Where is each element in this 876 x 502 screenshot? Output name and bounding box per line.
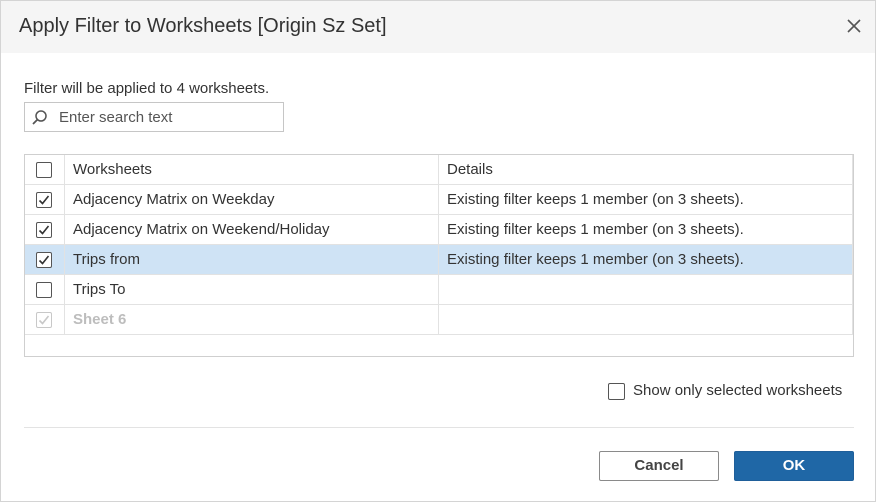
header-check-cell [25, 155, 65, 185]
table-header-row: Worksheets Details [25, 155, 852, 185]
search-input[interactable] [59, 107, 279, 127]
filter-info-text: Filter will be applied to 4 worksheets. [24, 80, 270, 97]
row-check-cell [25, 305, 65, 335]
worksheets-table: Worksheets Details Adjacency Matrix on W… [24, 154, 854, 357]
row-check-cell [25, 275, 65, 305]
close-icon[interactable] [845, 17, 863, 35]
table-row[interactable]: Adjacency Matrix on Weekend/Holiday Exist… [25, 215, 852, 245]
cancel-button[interactable]: Cancel [599, 451, 719, 481]
table-row[interactable]: Trips from Existing filter keeps 1 member… [25, 245, 852, 275]
worksheet-details: Existing filter keeps 1 member (on 3 she… [447, 251, 744, 268]
table-row[interactable]: Adjacency Matrix on Weekday Existing filt… [25, 185, 852, 215]
select-all-checkbox[interactable] [36, 162, 52, 178]
worksheet-details [439, 275, 852, 305]
column-header-worksheets[interactable]: Worksheets [65, 155, 439, 185]
column-divider [852, 155, 853, 335]
worksheet-name: Adjacency Matrix on Weekday [65, 185, 439, 215]
search-box[interactable] [24, 102, 284, 132]
row-checkbox[interactable] [36, 192, 52, 208]
show-only-selected-label: Show only selected worksheets [633, 382, 843, 399]
dialog-title: Apply Filter to Worksheets [Origin Sz Se… [19, 15, 387, 37]
dialog-titlebar: Apply Filter to Worksheets [Origin Sz Se… [1, 1, 875, 53]
search-icon [31, 109, 49, 127]
row-check-cell [25, 215, 65, 245]
row-checkbox[interactable] [36, 222, 52, 238]
row-checkbox[interactable] [36, 252, 52, 268]
worksheet-name: Sheet 6 [65, 305, 439, 335]
worksheet-name: Trips from [65, 245, 439, 275]
worksheet-name: Adjacency Matrix on Weekend/Holiday [65, 215, 439, 245]
row-checkbox [36, 312, 52, 328]
worksheet-details [439, 305, 852, 335]
row-check-cell [25, 185, 65, 215]
row-check-cell [25, 245, 65, 275]
apply-filter-dialog: Apply Filter to Worksheets [Origin Sz Se… [0, 0, 876, 502]
ok-button[interactable]: OK [734, 451, 854, 481]
table-row[interactable]: Trips To [25, 275, 852, 305]
worksheet-details: Existing filter keeps 1 member (on 3 she… [447, 221, 744, 238]
row-checkbox[interactable] [36, 282, 52, 298]
footer-divider [24, 427, 854, 428]
column-header-details[interactable]: Details [439, 155, 852, 185]
worksheet-name: Trips To [65, 275, 439, 305]
worksheet-details: Existing filter keeps 1 member (on 3 she… [447, 191, 744, 208]
show-only-selected-checkbox[interactable] [608, 383, 625, 400]
table-row[interactable]: Sheet 6 [25, 305, 852, 335]
